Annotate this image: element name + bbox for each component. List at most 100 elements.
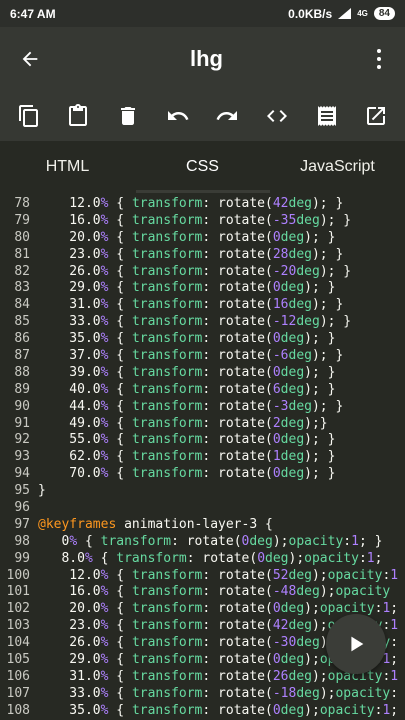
redo-button[interactable] <box>209 98 245 134</box>
redo-icon <box>216 111 238 120</box>
code-text: 12.0% { transform: rotate(42deg); } <box>38 196 344 211</box>
line-number: 88 <box>14 364 30 380</box>
more-vert-dot <box>377 65 381 69</box>
copy-button[interactable] <box>11 98 47 134</box>
play-icon <box>351 636 364 652</box>
tab-css[interactable]: CSS <box>135 141 270 193</box>
line-number: 81 <box>14 246 30 262</box>
code-line: 80 20.0% { transform: rotate(0deg); } <box>0 230 405 247</box>
line-number: 101 <box>6 584 30 600</box>
undo-button[interactable] <box>160 98 196 134</box>
line-number: 94 <box>14 466 30 482</box>
code-line: 86 35.0% { transform: rotate(0deg); } <box>0 331 405 348</box>
line-number: 104 <box>6 635 30 651</box>
code-text: 70.0% { transform: rotate(0deg); } <box>38 466 336 482</box>
more-vert-dot <box>377 57 381 61</box>
overflow-menu-button[interactable] <box>353 27 405 91</box>
line-number: 97 <box>14 516 30 532</box>
code-line: 78 12.0% { transform: rotate(42deg); } <box>0 196 405 213</box>
code-line: 91 49.0% { transform: rotate(2deg);} <box>0 416 405 433</box>
code-line: 96 <box>0 500 405 517</box>
line-number: 90 <box>14 398 30 414</box>
open-external-button[interactable] <box>358 98 394 134</box>
signal-icon <box>338 8 352 19</box>
line-number: 103 <box>6 618 30 634</box>
code-text: 33.0% { transform: rotate(-12deg); } <box>38 314 352 330</box>
line-number: 80 <box>14 229 30 245</box>
network-type: 4G <box>357 9 368 18</box>
code-line: 83 29.0% { transform: rotate(0deg); } <box>0 280 405 297</box>
line-number: 91 <box>14 415 30 431</box>
status-bar: 6:47 AM 0.0KB/s 4G 84 <box>0 0 405 27</box>
network-speed: 0.0KB/s <box>288 6 333 21</box>
line-number: 78 <box>14 196 30 211</box>
editor-toolbar <box>0 91 405 141</box>
line-number: 105 <box>6 652 30 668</box>
status-indicators: 0.0KB/s 4G 84 <box>288 7 395 21</box>
code-text: 44.0% { transform: rotate(-3deg); } <box>38 398 344 414</box>
delete-button[interactable] <box>110 98 146 134</box>
code-button[interactable] <box>259 98 295 134</box>
code-text: 40.0% { transform: rotate(6deg); } <box>38 381 336 397</box>
line-number: 93 <box>14 449 30 465</box>
code-line: 85 33.0% { transform: rotate(-12deg); } <box>0 314 405 331</box>
line-number: 82 <box>14 263 30 279</box>
page-title: lhg <box>190 46 223 71</box>
code-text: 16.0% { transform: rotate(-48deg);opacit… <box>38 584 391 600</box>
run-button[interactable] <box>326 614 386 674</box>
line-number: 102 <box>6 601 30 617</box>
code-line: 81 23.0% { transform: rotate(28deg); } <box>0 247 405 264</box>
battery-level: 84 <box>373 7 395 20</box>
code-line: 99 8.0% { transform: rotate(0deg);opacit… <box>0 551 405 568</box>
code-text: 29.0% { transform: rotate(0deg); } <box>38 280 336 296</box>
code-text: 16.0% { transform: rotate(-35deg); } <box>38 212 352 228</box>
code-line: 100 12.0% { transform: rotate(52deg);opa… <box>0 568 405 585</box>
code-line: 98 0% { transform: rotate(0deg);opacity:… <box>0 534 405 551</box>
code-text: 31.0% { transform: rotate(16deg); } <box>38 297 344 313</box>
code-line: 82 26.0% { transform: rotate(-20deg); } <box>0 264 405 281</box>
app-bar: lhg <box>0 27 405 91</box>
open-external-icon <box>367 107 386 125</box>
paste-button[interactable] <box>60 98 96 134</box>
code-text: } <box>38 483 46 499</box>
line-number: 85 <box>14 314 30 330</box>
code-text: 35.0% { transform: rotate(0deg);opacity:… <box>38 702 399 718</box>
code-text: 39.0% { transform: rotate(0deg); } <box>38 364 336 380</box>
tab-html[interactable]: HTML <box>0 141 135 193</box>
code-icon <box>266 110 287 122</box>
code-line: 95} <box>0 483 405 500</box>
line-number: 100 <box>6 567 30 583</box>
line-number: 99 <box>14 550 30 566</box>
line-number: 108 <box>6 702 30 718</box>
code-text: @keyframes animation-layer-3 { <box>38 516 273 532</box>
back-button[interactable] <box>0 27 60 91</box>
code-text: 12.0% { transform: rotate(52deg);opacity… <box>38 567 399 583</box>
code-text: 62.0% { transform: rotate(1deg); } <box>38 449 336 465</box>
code-line: 89 40.0% { transform: rotate(6deg); } <box>0 382 405 399</box>
tab-javascript[interactable]: JavaScript <box>270 141 405 193</box>
copy-icon <box>18 105 38 127</box>
undo-icon <box>167 111 189 120</box>
code-text: 20.0% { transform: rotate(0deg); } <box>38 229 336 245</box>
code-text: 0% { transform: rotate(0deg);opacity:1; … <box>38 533 383 549</box>
line-number: 98 <box>14 533 30 549</box>
line-number: 107 <box>6 685 30 701</box>
notes-button[interactable] <box>309 98 345 134</box>
code-text: 33.0% { transform: rotate(-18deg);opacit… <box>38 685 399 701</box>
code-text: 37.0% { transform: rotate(-6deg); } <box>38 348 344 364</box>
line-number: 83 <box>14 280 30 296</box>
code-text: 35.0% { transform: rotate(0deg); } <box>38 331 336 347</box>
code-text: 49.0% { transform: rotate(2deg);} <box>38 415 328 431</box>
line-number: 87 <box>14 348 30 364</box>
language-tabs: HTML CSS JavaScript <box>0 141 405 193</box>
code-line: 88 39.0% { transform: rotate(0deg); } <box>0 365 405 382</box>
code-line: 94 70.0% { transform: rotate(0deg); } <box>0 466 405 483</box>
code-text: 55.0% { transform: rotate(0deg); } <box>38 432 336 448</box>
code-text: 23.0% { transform: rotate(28deg); } <box>38 246 344 262</box>
code-text: 8.0% { transform: rotate(0deg);opacity:1… <box>38 550 383 566</box>
code-line: 93 62.0% { transform: rotate(1deg); } <box>0 449 405 466</box>
code-line: 108 35.0% { transform: rotate(0deg);opac… <box>0 703 405 720</box>
line-number: 106 <box>6 668 30 684</box>
code-line: 84 31.0% { transform: rotate(16deg); } <box>0 297 405 314</box>
code-line: 101 16.0% { transform: rotate(-48deg);op… <box>0 584 405 601</box>
